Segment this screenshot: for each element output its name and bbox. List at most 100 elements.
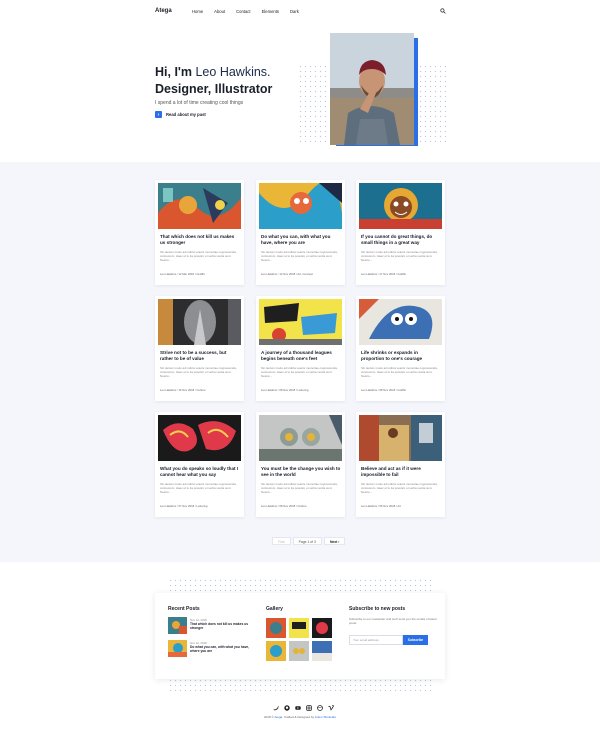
gallery-title: Gallery xyxy=(266,606,283,612)
site-logo[interactable]: Atega xyxy=(155,8,172,14)
gallery-image[interactable] xyxy=(312,641,332,661)
post-meta: Leo Hawkins / 08 Nov 2018 / Culture xyxy=(261,504,307,508)
recent-post-thumbnail[interactable] xyxy=(168,617,187,634)
post-thumbnail[interactable] xyxy=(158,415,241,461)
post-title[interactable]: You must be the change you wish to see i… xyxy=(261,466,341,478)
post-meta: Leo Hawkins / 08 Nov 2018 / Lettering xyxy=(261,388,309,392)
dot-pattern-right xyxy=(418,64,450,144)
copyright-prefix: 2018 © xyxy=(263,715,275,719)
post-title[interactable]: Do what you can, with what you have, whe… xyxy=(261,234,341,246)
post-excerpt: Sin tantum modo ad indicia veteris memor… xyxy=(160,250,237,262)
pagination-next-label: Next xyxy=(329,540,338,544)
menu-item-about[interactable]: About xyxy=(214,9,225,14)
github-icon[interactable] xyxy=(284,705,290,711)
vimeo-icon[interactable] xyxy=(328,705,334,711)
post-excerpt: Sin tantum modo ad indicia veteris memor… xyxy=(361,366,438,378)
twitter-icon[interactable] xyxy=(273,705,279,711)
read-about-button[interactable]: › Read about my past xyxy=(155,111,206,118)
hero-subtitle: I spend a lot of time creating cool thin… xyxy=(155,100,244,106)
post-card[interactable]: That which does not kill us makes us str… xyxy=(155,180,244,285)
pagination-page-indicator: Page 1 of 3 xyxy=(292,537,322,545)
menu-item-contact[interactable]: Contact xyxy=(236,9,250,14)
email-input[interactable]: Your email address xyxy=(349,635,403,645)
read-about-label: Read about my past xyxy=(166,112,206,117)
post-thumbnail[interactable] xyxy=(259,299,342,345)
post-meta: Leo Hawkins / 12 Mar 2018 / Graffiti xyxy=(160,272,205,276)
subscribe-button[interactable]: Subscribe xyxy=(403,635,428,645)
author-photo xyxy=(330,33,414,145)
post-thumbnail[interactable] xyxy=(359,299,442,345)
post-card[interactable]: You must be the change you wish to see i… xyxy=(256,412,345,517)
post-title[interactable]: What you do speaks so loudly that I cann… xyxy=(160,466,240,478)
post-meta: Leo Hawkins / 17 Nov 2018 / Graffiti xyxy=(361,272,406,276)
post-card[interactable]: Believe and act as if it were impossible… xyxy=(356,412,445,517)
post-thumbnail[interactable] xyxy=(158,299,241,345)
copyright-middle: . Crafted & Designed by xyxy=(282,715,315,719)
copyright: 2018 © Atega. Crafted & Designed by Arte… xyxy=(0,715,600,719)
recent-posts-title: Recent Posts xyxy=(168,606,200,612)
hero-heading: Hi, I'm Leo Hawkins. Designer, Illustrat… xyxy=(155,64,272,98)
post-title[interactable]: If you cannot do great things, do small … xyxy=(361,234,441,246)
post-title[interactable]: Strive not to be a success, but rather t… xyxy=(160,350,240,362)
post-thumbnail[interactable] xyxy=(158,183,241,229)
post-excerpt: Sin tantum modo ad indicia veteris memor… xyxy=(361,250,438,262)
post-meta: Leo Hawkins / 16 Nov 2018 / Culture xyxy=(160,388,206,392)
youtube-icon[interactable] xyxy=(295,705,301,711)
post-excerpt: Sin tantum modo ad indicia veteris memor… xyxy=(261,482,338,494)
dot-pattern-left xyxy=(298,64,328,144)
main-menu: Home About Contact Elements Dark xyxy=(192,9,299,14)
post-excerpt: Sin tantum modo ad indicia veteris memor… xyxy=(160,482,237,494)
hero-section: Hi, I'm Leo Hawkins. Designer, Illustrat… xyxy=(0,24,600,162)
post-card[interactable]: What you do speaks so loudly that I cann… xyxy=(155,412,244,517)
post-excerpt: Sin tantum modo ad indicia veteris memor… xyxy=(261,366,338,378)
post-excerpt: Sin tantum modo ad indicia veteris memor… xyxy=(261,250,338,262)
post-thumbnail[interactable] xyxy=(359,183,442,229)
pagination-next[interactable]: Next › xyxy=(323,537,346,545)
post-meta: Leo Hawkins / 12 Nov 2018 / Art, Concept xyxy=(261,272,313,276)
post-card[interactable]: A journey of a thousand leagues begins b… xyxy=(256,296,345,401)
post-title[interactable]: Believe and act as if it were impossible… xyxy=(361,466,441,478)
social-links xyxy=(273,705,334,711)
recent-post-item[interactable]: Nov 12, 2018 Do what you can, with what … xyxy=(168,640,254,660)
post-title[interactable]: A journey of a thousand leagues begins b… xyxy=(261,350,341,362)
footer-widgets: Recent Posts Nov 12, 2018 That which doe… xyxy=(155,593,445,679)
post-meta: Leo Hawkins / 08 Nov 2018 / Graffiti xyxy=(361,388,406,392)
pagination: First Page 1 of 3 Next › xyxy=(272,537,346,545)
post-thumbnail[interactable] xyxy=(359,415,442,461)
copyright-author-link[interactable]: Artem Sheludko xyxy=(315,715,336,719)
menu-item-home[interactable]: Home xyxy=(192,9,203,14)
recent-post-thumbnail[interactable] xyxy=(168,640,187,657)
gallery-image[interactable] xyxy=(289,641,309,661)
post-thumbnail[interactable] xyxy=(259,415,342,461)
copyright-brand-link[interactable]: Atega xyxy=(274,715,282,719)
hero-name: Leo Hawkins. xyxy=(195,65,271,79)
recent-post-item[interactable]: Nov 12, 2018 That which does not kill us… xyxy=(168,617,254,637)
post-card[interactable]: Life shrinks or expands in proportion to… xyxy=(356,296,445,401)
pagination-first[interactable]: First xyxy=(272,537,291,545)
post-thumbnail[interactable] xyxy=(259,183,342,229)
hero-greeting: Hi, I'm xyxy=(155,65,196,79)
subscribe-title: Subscribe to new posts xyxy=(349,606,406,612)
menu-item-elements[interactable]: Elements xyxy=(262,9,279,14)
post-title[interactable]: Life shrinks or expands in proportion to… xyxy=(361,350,441,362)
gallery-image[interactable] xyxy=(312,618,332,638)
post-title[interactable]: That which does not kill us makes us str… xyxy=(160,234,240,246)
recent-post-title[interactable]: Do what you can, with what you have, whe… xyxy=(190,645,256,653)
hero-role: Designer, Illustrator xyxy=(155,82,273,96)
post-card[interactable]: Strive not to be a success, but rather t… xyxy=(155,296,244,401)
arrow-right-icon: › xyxy=(155,111,162,118)
post-card[interactable]: Do what you can, with what you have, whe… xyxy=(256,180,345,285)
subscribe-description: Subscribe to our newsletter and we'll se… xyxy=(349,617,437,626)
gallery-image[interactable] xyxy=(266,641,286,661)
search-icon[interactable] xyxy=(440,8,446,14)
dribbble-icon[interactable] xyxy=(317,705,323,711)
post-meta: Leo Hawkins / 06 Nov 2018 / Art xyxy=(361,504,401,508)
top-navbar: Atega Home About Contact Elements Dark xyxy=(0,0,600,24)
instagram-icon[interactable] xyxy=(306,705,312,711)
post-excerpt: Sin tantum modo ad indicia veteris memor… xyxy=(361,482,438,494)
gallery-image[interactable] xyxy=(289,618,309,638)
recent-post-title[interactable]: That which does not kill us makes us str… xyxy=(190,622,256,630)
menu-item-dark[interactable]: Dark xyxy=(290,9,299,14)
gallery-image[interactable] xyxy=(266,618,286,638)
post-card[interactable]: If you cannot do great things, do small … xyxy=(356,180,445,285)
